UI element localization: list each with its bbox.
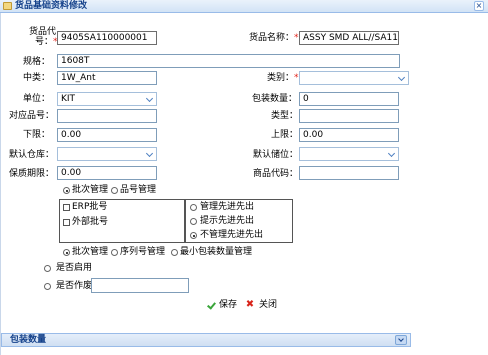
voided-input[interactable] (91, 278, 189, 293)
shelf-life-label: 保质期限： (9, 169, 55, 179)
save-button[interactable]: 保存 (206, 300, 240, 312)
manage-fifo-radio[interactable] (190, 204, 197, 211)
code-input[interactable]: 9405SA110000001 (57, 31, 157, 45)
goods-code-input[interactable] (299, 166, 399, 180)
upper-label: 上限： (271, 130, 299, 140)
code-label-2: 号：* (35, 37, 58, 48)
external-batch-checkbox[interactable] (63, 219, 70, 226)
mid-class-label: 中类： (23, 73, 51, 83)
voided-label: 是否作废 (56, 281, 93, 291)
panel-title: 包装数量 (10, 335, 47, 345)
goods-code-label: 商品代码： (253, 169, 299, 179)
name-input[interactable]: ASSY SMD ALL//SA110- (299, 31, 399, 45)
chevron-down-icon (146, 150, 154, 158)
close-icon[interactable]: × (474, 1, 484, 11)
serial-manage-radio[interactable] (111, 249, 118, 256)
close-button[interactable]: ✖ 关闭 (245, 300, 281, 312)
x-icon: ✖ (245, 299, 255, 310)
no-fifo-label: 不管理先进先出 (200, 230, 264, 240)
spec-input[interactable]: 1608T (57, 54, 400, 68)
warn-fifo-radio[interactable] (190, 218, 197, 225)
warehouse-label: 默认仓库： (9, 150, 55, 160)
shelf-life-input[interactable]: 0.00 (57, 166, 157, 180)
mid-class-input[interactable]: 1W_Ant (57, 71, 157, 85)
form-area: 货品代 号：* 9405SA110000001 货品名称：* ASSY SMD … (0, 13, 486, 355)
title-bar: 货品基础资料修改 × (0, 0, 488, 13)
name-label: 货品名称：* (249, 33, 299, 44)
code-label-b: 号： (35, 37, 54, 47)
checkmark-icon (206, 301, 216, 310)
spec-label: 规格： (23, 57, 51, 67)
part-no-label: 对应品号： (9, 111, 55, 121)
unit-value: KIT (61, 94, 76, 104)
batch-mgmt-label: 批次管理 (72, 185, 109, 195)
expand-icon[interactable] (395, 335, 407, 345)
min-pack-manage-radio[interactable] (171, 249, 178, 256)
pack-qty-label: 包装数量： (252, 94, 298, 104)
category-label-text: 类别： (267, 73, 295, 83)
category-label: 类别：* (267, 73, 299, 84)
external-batch-label: 外部批号 (72, 217, 109, 227)
name-label-text: 货品名称： (249, 33, 295, 43)
erp-batch-label: ERP批号 (72, 202, 108, 212)
required-mark: * (294, 33, 299, 43)
pack-qty-panel-header[interactable]: 包装数量 (1, 333, 411, 347)
window-title: 货品基础资料修改 (15, 1, 88, 11)
lower-label: 下限： (23, 130, 51, 140)
category-select[interactable] (299, 71, 409, 85)
pack-qty-input[interactable]: 0 (299, 92, 399, 106)
batch-mgmt-radio[interactable] (63, 187, 70, 194)
lower-input[interactable]: 0.00 (57, 128, 157, 142)
upper-input[interactable]: 0.00 (299, 128, 399, 142)
min-pack-manage-label: 最小包装数量管理 (180, 247, 253, 257)
manage-fifo-label: 管理先进先出 (200, 202, 255, 212)
erp-batch-checkbox[interactable] (63, 204, 70, 211)
form-icon (3, 2, 12, 10)
enabled-label: 是否启用 (56, 263, 93, 273)
type-label: 类型： (271, 111, 299, 121)
save-label: 保存 (219, 300, 238, 310)
location-label: 默认储位： (253, 150, 299, 160)
enabled-radio[interactable] (44, 265, 51, 272)
part-no-input[interactable] (57, 109, 157, 123)
serial-manage-label: 序列号管理 (120, 247, 166, 257)
unit-label: 单位： (23, 94, 51, 104)
batch-manage-radio[interactable] (63, 249, 70, 256)
unit-select[interactable]: KIT (57, 92, 157, 106)
no-fifo-radio[interactable] (190, 232, 197, 239)
chevron-down-icon (388, 150, 396, 158)
voided-radio[interactable] (44, 283, 51, 290)
chevron-down-icon (146, 95, 154, 103)
batch-manage-label: 批次管理 (72, 247, 109, 257)
warn-fifo-label: 提示先进先出 (200, 216, 255, 226)
type-input[interactable] (299, 109, 399, 123)
required-mark: * (294, 73, 299, 83)
chevron-down-icon (398, 74, 406, 82)
location-select[interactable] (299, 147, 399, 161)
warehouse-select[interactable] (57, 147, 157, 161)
item-no-mgmt-label: 品号管理 (120, 185, 157, 195)
close-label: 关闭 (259, 300, 278, 310)
item-no-mgmt-radio[interactable] (111, 187, 118, 194)
